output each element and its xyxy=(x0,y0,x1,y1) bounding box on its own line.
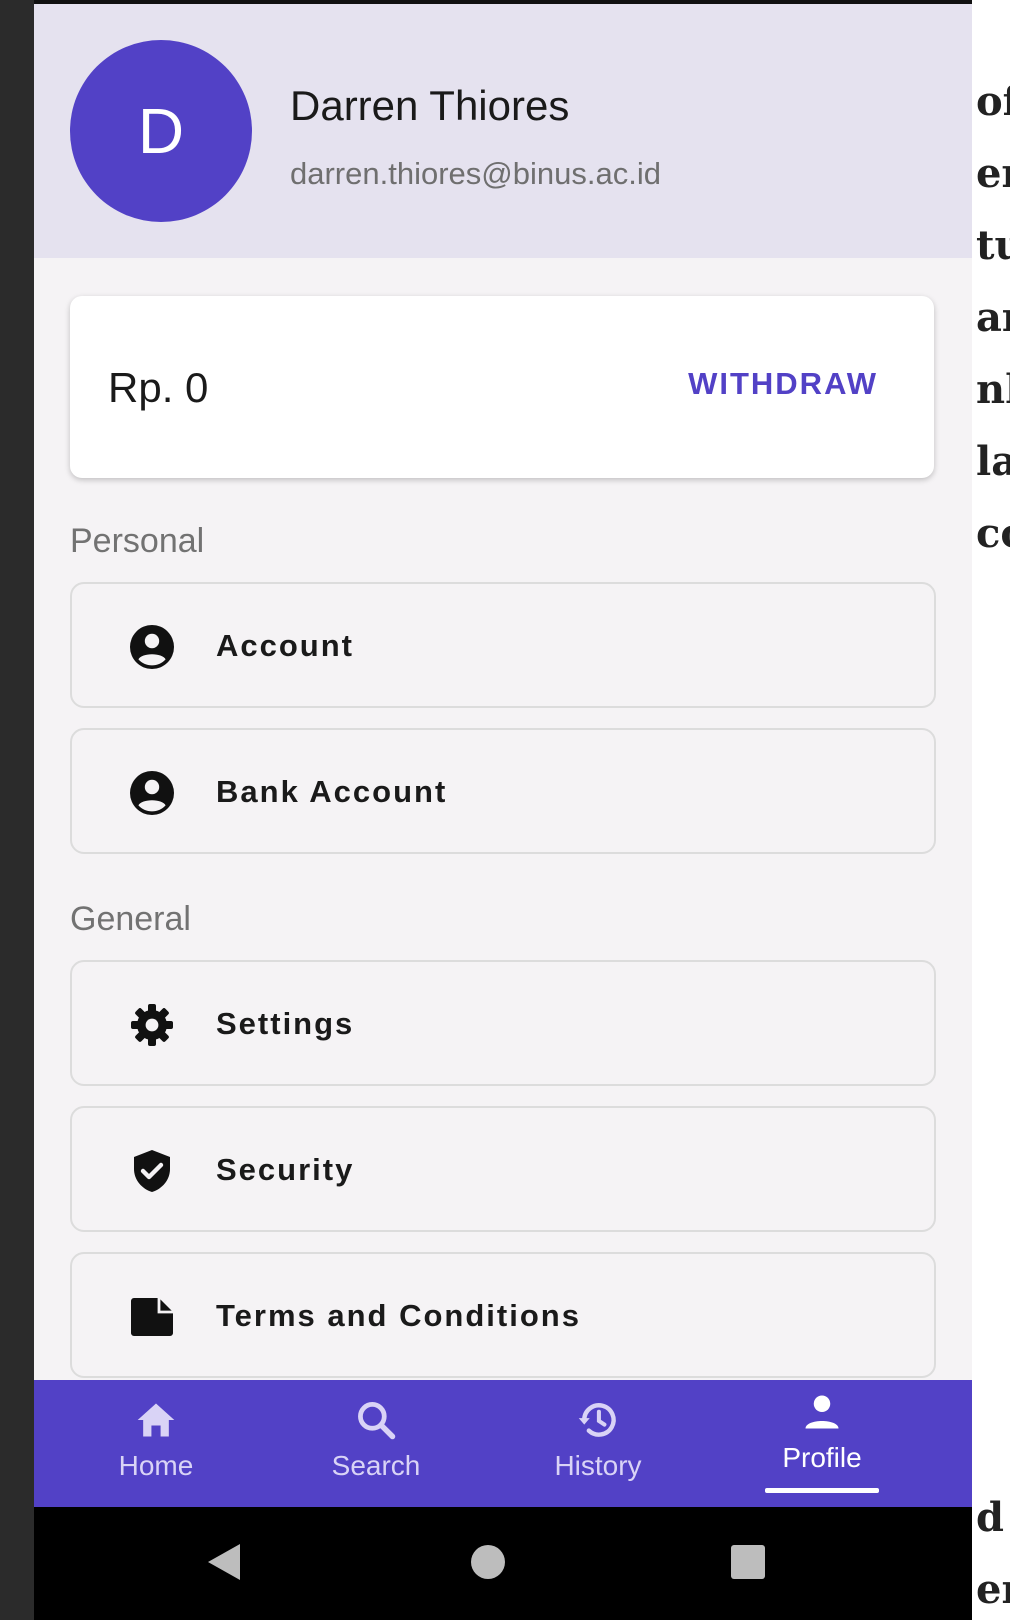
active-tab-indicator xyxy=(765,1488,879,1493)
history-icon xyxy=(578,1403,616,1437)
shield-check-icon xyxy=(134,1150,170,1192)
menu-item-label: Bank Account xyxy=(216,774,448,809)
background-text-fragment: nl xyxy=(976,366,1010,413)
avatar-initial: D xyxy=(137,95,185,167)
background-text-fragment: er xyxy=(976,150,1010,197)
background-text-fragment: ar xyxy=(976,294,1010,341)
background-text-fragment: of xyxy=(976,78,1010,125)
recents-icon[interactable] xyxy=(730,1544,766,1580)
nav-label: History xyxy=(554,1450,642,1481)
nav-label: Profile xyxy=(782,1442,862,1473)
balance-amount: Rp. 0 xyxy=(108,364,209,411)
menu-item-label: Security xyxy=(216,1152,355,1187)
system-navigation-bar xyxy=(34,1507,972,1620)
home-button-icon[interactable] xyxy=(470,1544,506,1580)
background-document-strip: of er tu ar nl la co d en xyxy=(972,0,1010,1620)
menu-item-account[interactable]: Account xyxy=(70,582,936,708)
nav-label: Home xyxy=(118,1450,194,1481)
section-title-personal: Personal xyxy=(70,522,205,560)
background-text-fragment: co xyxy=(976,510,1010,557)
user-name: Darren Thiores xyxy=(290,82,570,129)
menu-item-label: Terms and Conditions xyxy=(216,1298,581,1333)
menu-item-settings[interactable]: Settings xyxy=(70,960,936,1086)
bottom-navigation: Home Search History Profile xyxy=(34,1380,972,1507)
avatar[interactable]: D xyxy=(70,40,252,222)
background-text-fragment: tu xyxy=(976,222,1010,269)
person-icon xyxy=(805,1395,839,1429)
gear-icon xyxy=(131,1004,173,1046)
background-text-fragment: d xyxy=(976,1494,1004,1541)
balance-card: Rp. 0 WITHDRAW xyxy=(70,296,934,478)
user-email: darren.thiores@binus.ac.id xyxy=(290,156,661,191)
menu-item-security[interactable]: Security xyxy=(70,1106,936,1232)
nav-item-home[interactable]: Home xyxy=(56,1380,256,1507)
home-icon xyxy=(137,1403,175,1437)
nav-label: Search xyxy=(331,1450,421,1481)
account-circle-icon xyxy=(130,625,174,669)
menu-item-terms-and-conditions[interactable]: Terms and Conditions xyxy=(70,1252,936,1378)
menu-item-label: Account xyxy=(216,628,354,663)
background-text-fragment: la xyxy=(976,438,1010,485)
menu-item-bank-account[interactable]: Bank Account xyxy=(70,728,936,854)
nav-item-search[interactable]: Search xyxy=(276,1380,476,1507)
nav-item-profile[interactable]: Profile xyxy=(722,1380,922,1507)
withdraw-button[interactable]: WITHDRAW xyxy=(688,366,878,402)
background-text-fragment: en xyxy=(976,1566,1010,1613)
search-icon xyxy=(358,1402,396,1440)
account-circle-icon xyxy=(130,771,174,815)
nav-item-history[interactable]: History xyxy=(498,1380,698,1507)
profile-header: D Darren Thiores darren.thiores@binus.ac… xyxy=(34,4,972,258)
document-icon xyxy=(131,1298,173,1336)
menu-item-label: Settings xyxy=(216,1006,355,1041)
phone-screen: D Darren Thiores darren.thiores@binus.ac… xyxy=(34,0,972,1620)
section-title-general: General xyxy=(70,900,191,938)
back-icon[interactable] xyxy=(204,1541,244,1583)
